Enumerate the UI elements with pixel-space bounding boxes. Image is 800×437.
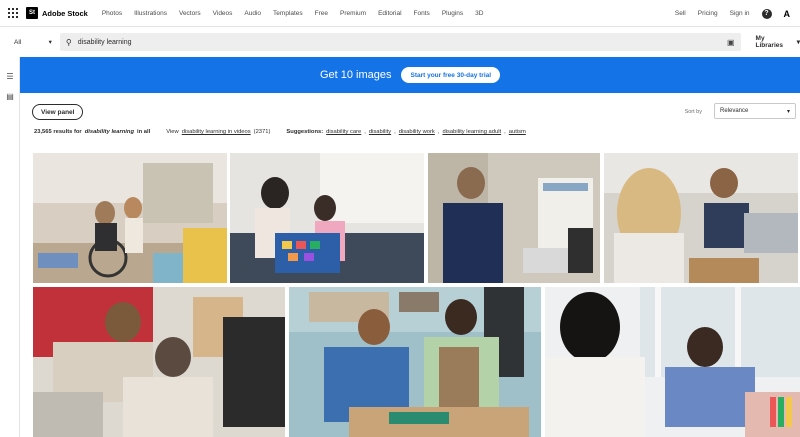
logo-mark: St [26,7,38,19]
result-image[interactable] [33,287,285,437]
suggestion-link[interactable]: disability care [326,129,361,135]
library-icon[interactable]: ▤ [4,92,16,102]
help-icon[interactable]: ? [761,8,772,19]
nav-illustrations[interactable]: Illustrations [134,10,167,17]
search-scope-value: All [14,38,22,46]
search-bar: All ▾ ⚲ disability learning ▣ My Librari… [0,28,800,56]
nav-editorial[interactable]: Editorial [378,10,401,17]
results-summary: 23,565 results for disability learning i… [34,129,526,135]
top-navigation: St Adobe Stock Photos Illustrations Vect… [0,0,800,27]
nav-plugins[interactable]: Plugins [442,10,463,17]
result-image[interactable] [604,153,798,283]
chevron-down-icon: ▾ [48,39,52,46]
search-scope-select[interactable]: All ▾ [10,33,56,51]
results-query: disability learning [84,129,134,135]
result-image[interactable] [289,287,541,437]
result-image[interactable] [545,287,800,437]
view-prefix: View [166,129,179,135]
video-results-link[interactable]: disability learning in videos [182,129,251,135]
nav-signin[interactable]: Sign in [730,10,750,17]
nav-photos[interactable]: Photos [102,10,122,17]
sort-select[interactable]: Relevance ▾ [714,103,796,119]
sort-by-label: Sort by [684,109,702,115]
nav-right: Sell Pricing Sign in ? A [675,0,790,27]
nav-free[interactable]: Free [315,10,328,17]
filter-icon[interactable]: ☰ [4,72,16,82]
adobe-stock-logo[interactable]: St Adobe Stock [26,7,88,19]
sort-value: Relevance [720,108,749,114]
result-image[interactable] [33,153,227,283]
results-scope: in all [137,129,151,135]
nav-premium[interactable]: Premium [340,10,366,17]
view-panel-button[interactable]: View panel [32,104,84,120]
promo-banner: Get 10 images Start your free 30-day tri… [20,57,800,93]
result-image[interactable] [230,153,424,283]
search-input[interactable]: ⚲ disability learning ▣ [59,33,741,51]
suggestion-link[interactable]: disability work [399,129,435,135]
nav-videos[interactable]: Videos [213,10,233,17]
suggestion-link[interactable]: autism [509,129,526,135]
nav-pricing[interactable]: Pricing [698,10,718,17]
logo-text: Adobe Stock [42,8,88,18]
results-count: 23,565 results for [34,129,82,135]
suggestions-label: Suggestions: [286,129,324,135]
search-query: disability learning [77,38,132,46]
visual-search-icon[interactable]: ▣ [727,38,735,47]
banner-text: Get 10 images [319,69,392,81]
search-icon: ⚲ [65,37,72,47]
left-sidebar: ☰ ▤ [0,57,20,437]
chevron-down-icon: ▾ [786,108,790,115]
suggestion-link[interactable]: disability [369,129,391,135]
nav-vectors[interactable]: Vectors [179,10,201,17]
adobe-apps-icon[interactable]: A [784,9,791,19]
nav-3d[interactable]: 3D [475,10,483,17]
suggestion-link[interactable]: disability learning adult [442,129,501,135]
nav-fonts[interactable]: Fonts [414,10,430,17]
nav-audio[interactable]: Audio [244,10,261,17]
free-trial-button[interactable]: Start your free 30-day trial [401,67,501,83]
my-libraries-button[interactable]: My Libraries ▾ [756,35,800,49]
nav-sell[interactable]: Sell [675,10,686,17]
result-image[interactable] [428,153,600,283]
video-results-count: (2371) [253,129,271,135]
nav-templates[interactable]: Templates [273,10,303,17]
app-switcher-icon[interactable] [6,6,20,20]
my-libraries-label: My Libraries [755,35,783,49]
